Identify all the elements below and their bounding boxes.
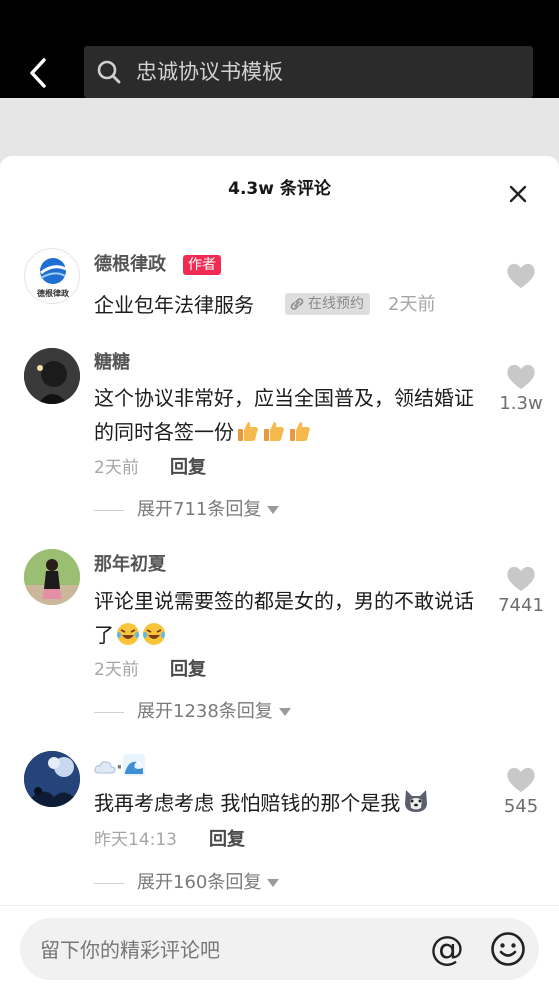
search-icon [96,59,122,85]
like-heart-icon[interactable] [506,565,536,592]
caret-down-icon [267,506,280,514]
cloud-icon [94,757,116,783]
link-icon [290,298,304,310]
comment-username[interactable]: · [94,754,145,784]
laugh-cry-icon [116,622,140,646]
comment-username[interactable]: 德根律政 [94,252,166,278]
thumbs-up-icon [288,419,312,443]
comment-time: 2天前 [94,660,139,680]
comment-input-placeholder[interactable]: 留下你的精彩评论吧 [40,936,220,964]
thumbs-up-icon [236,419,260,443]
reply-button[interactable]: 回复 [170,657,206,683]
comment-text: 我再考虑考虑 我怕赔钱的那个是我 [94,786,484,820]
reply-button[interactable]: 回复 [209,827,245,853]
thumbs-up-icon [262,419,286,443]
author-badge: 作者 [183,255,221,275]
comment-time: 2天前 [94,458,139,478]
mention-at-button[interactable]: @ [428,930,466,968]
like-count: 1.3w [499,393,543,414]
comment-text: 评论里说需要签的都是女的，男的不敢说话了 [94,589,474,647]
like-count: 7441 [498,595,544,616]
avatar[interactable] [24,348,80,404]
comment-text: 企业包年法律服务 [94,293,254,317]
avatar[interactable]: 德根律政 [24,248,80,304]
back-icon[interactable] [22,56,56,90]
expand-divider [94,510,124,511]
comments-sheet [0,156,559,993]
search-query: 忠诚协议书模板 [136,60,283,84]
comment-time: 昨天14:13 [94,830,177,850]
close-icon[interactable] [505,181,531,207]
like-count: 545 [503,796,539,817]
laugh-cry-icon [142,622,166,646]
husky-icon [402,786,430,814]
caret-down-icon [278,708,291,716]
comments-count-title: 4.3w 条评论 [228,179,331,199]
avatar-caption: 德根律政 [37,289,69,298]
expand-replies-button[interactable]: 展开711条回复 [137,497,280,523]
avatar[interactable] [24,751,80,807]
reply-button[interactable]: 回复 [170,455,206,481]
like-heart-icon[interactable] [506,262,536,289]
expand-divider [94,712,124,713]
search-box[interactable]: 忠诚协议书模板 [84,46,533,98]
wave-icon [122,754,145,784]
comment-text: 这个协议非常好，应当全国普及，领结婚证的同时各签一份 [94,386,474,444]
expand-replies-button[interactable]: 展开1238条回复 [137,699,291,725]
comment-username[interactable]: 那年初夏 [94,552,166,578]
expand-replies-button[interactable]: 展开160条回复 [137,870,280,896]
caret-down-icon [267,879,280,887]
like-heart-icon[interactable] [506,766,536,793]
emoji-picker-icon[interactable] [490,931,526,967]
like-heart-icon[interactable] [506,363,536,390]
comment-time: 2天前 [388,294,436,315]
expand-divider [94,883,124,884]
online-booking-tag[interactable]: 在线预约 [285,293,370,315]
avatar[interactable] [24,549,80,605]
comment-username[interactable]: 糖糖 [94,350,130,376]
